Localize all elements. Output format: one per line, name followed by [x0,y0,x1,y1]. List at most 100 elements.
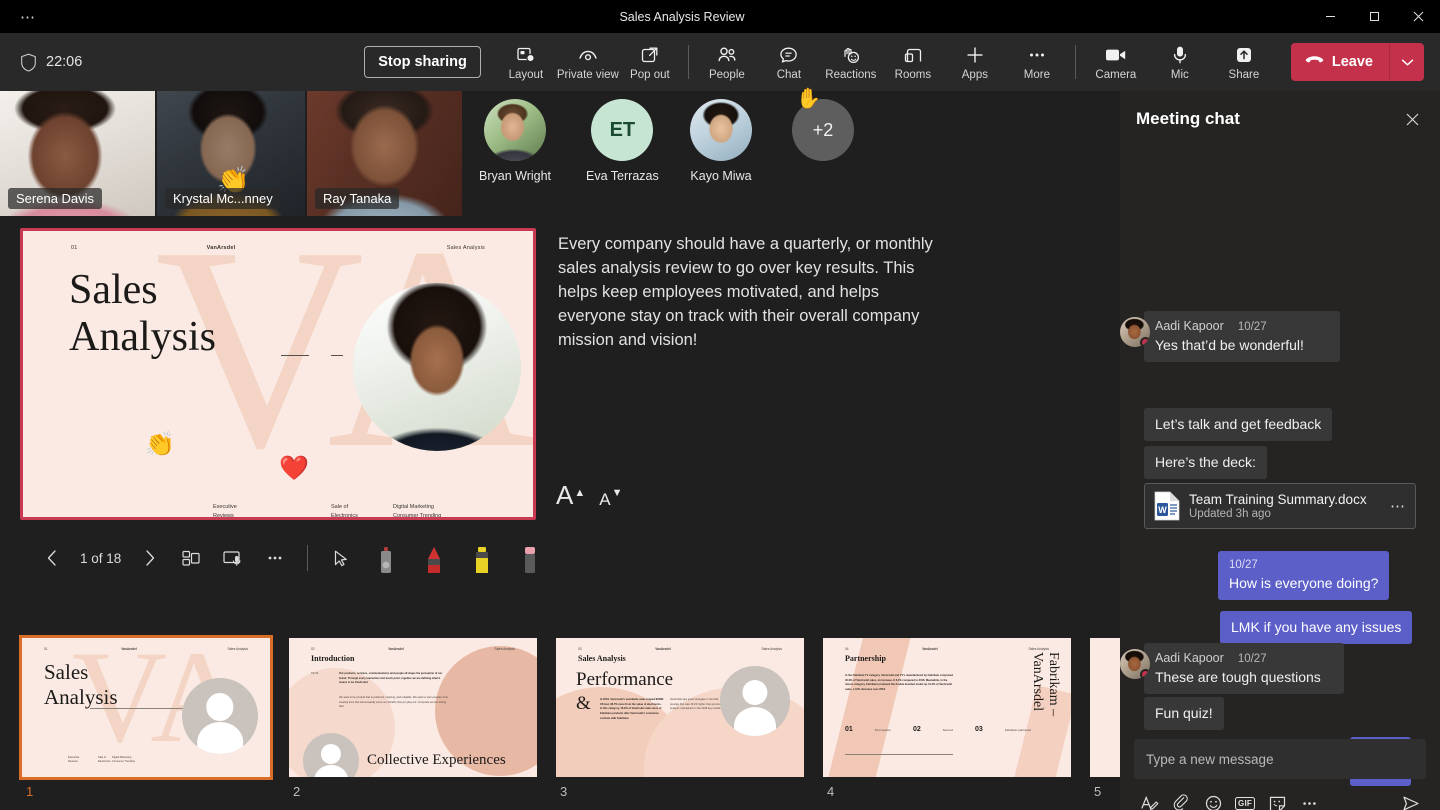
video-tile-serena-davis[interactable]: Serena Davis [0,91,155,216]
toolbar-item-reactions[interactable]: Reactions [820,36,882,88]
leave-chevron-down-icon[interactable] [1390,43,1424,81]
window-controls [1308,0,1440,33]
chat-panel-title: Meeting chat [1136,109,1240,129]
maximize-button[interactable] [1352,0,1396,33]
meeting-toolbar: 22:06 Stop sharing Layout Private view [0,33,1440,91]
laser-pointer-tool-icon[interactable] [368,540,404,576]
slide-footer-item: ExecutiveReviews [213,503,237,517]
presence-badge [1140,337,1150,347]
close-icon[interactable] [1398,105,1426,133]
font-size-controls: A▲ A▼ [556,482,622,508]
video-tile-krystal-mcnney[interactable]: 👏 Krystal Mc...nney [157,91,305,216]
slide-title: Sales Analysis [69,267,216,361]
slide-footer-item: Sale ofElectronics [331,503,358,517]
compose-more-options-icon[interactable] [1294,789,1324,810]
eraser-tool-icon[interactable] [512,540,548,576]
message-text: How is everyone doing? [1229,574,1378,592]
toolbar-item-pop-out[interactable]: Pop out [619,36,681,88]
thumbnail-number: 2 [293,784,300,799]
yellow-highlighter-tool-icon[interactable] [464,540,500,576]
message-text: Yes that’d be wonderful! [1155,336,1329,354]
all-slides-icon[interactable] [173,540,209,576]
toolbar-divider-right [1075,45,1076,79]
app-menu-more-icon[interactable]: ⋯ [0,8,56,26]
thumb-title-line-1: Sales [44,660,118,685]
avatar [690,99,752,161]
sticker-icon[interactable] [1262,789,1292,810]
toolbar-item-apps[interactable]: Apps [944,36,1006,88]
avatar [1120,649,1150,679]
chat-message[interactable]: Aadi Kapoor 10/27 These are tough questi… [1144,643,1344,694]
minimize-button[interactable] [1308,0,1352,33]
thumbnail-number: 1 [26,784,33,799]
next-slide-button[interactable] [131,540,167,576]
toolbar-item-layout[interactable]: Layout [495,36,557,88]
chat-message-file[interactable]: W Team Training Summary.docx Updated 3h … [1144,483,1416,529]
toolbar-item-rooms[interactable]: Rooms [882,36,944,88]
close-button[interactable] [1396,0,1440,33]
file-meta: Team Training Summary.docx Updated 3h ag… [1189,492,1379,520]
attach-file-icon[interactable] [1166,789,1196,810]
toolbar-label: Mic [1171,69,1189,81]
leave-button-group: Leave [1291,43,1424,81]
toolbar-item-more[interactable]: More [1006,36,1068,88]
slide-thumbnail-1[interactable]: VA 01VanArsdelSales Analysis SalesAnalys… [22,638,270,777]
camera-icon [1104,44,1128,66]
gif-icon[interactable]: GIF [1230,789,1260,810]
chat-message-outgoing[interactable]: LMK if you have any issues [1220,611,1412,644]
video-tile-ray-tanaka[interactable]: Ray Tanaka [307,91,462,216]
participant-avatar-bryan-wright[interactable]: Bryan Wright [479,99,551,183]
thumbnail-canvas: VA 01VanArsdelSales Analysis SalesAnalys… [22,638,270,777]
active-slide[interactable]: VA 01 VanArsdel Sales Analysis Sales Ana… [20,228,536,520]
toolbar-item-mic[interactable]: Mic [1149,36,1211,88]
message-input-wrapper[interactable] [1134,739,1426,779]
message-input[interactable] [1146,752,1414,767]
cursor-tool-icon[interactable] [322,540,358,576]
participant-avatar-kayo-miwa[interactable]: Kayo Miwa [690,99,752,183]
avatar-initials: ET [591,99,653,161]
slide-thumbnail-2[interactable]: 02VanArsdelSales Analysis Introduction 0… [289,638,537,777]
toolbar-item-people[interactable]: People [696,36,758,88]
pop-out-icon [640,44,660,66]
file-more-options-icon[interactable]: ⋯ [1388,497,1406,515]
participant-overflow-count[interactable]: +2 ✋ [792,99,854,161]
slide-title-line-2: Analysis [69,314,216,361]
toolbar-item-chat[interactable]: Chat [758,36,820,88]
call-end-icon [1305,53,1324,71]
emoji-icon[interactable] [1198,789,1228,810]
avatar [1120,317,1150,347]
toolbar-item-private-view[interactable]: Private view [557,36,619,88]
stop-sharing-button[interactable]: Stop sharing [364,46,481,78]
chat-message[interactable]: Aadi Kapoor 10/27 Yes that’d be wonderfu… [1144,311,1340,362]
send-icon[interactable] [1396,789,1426,810]
presence-badge [1140,669,1150,679]
slide-more-options-icon[interactable] [257,540,293,576]
message-text: LMK if you have any issues [1220,611,1412,644]
decrease-font-size-button[interactable]: A▼ [599,491,622,508]
toolbar-item-camera[interactable]: Camera [1085,36,1147,88]
file-attachment-card[interactable]: W Team Training Summary.docx Updated 3h … [1144,483,1416,529]
toolbar-label: Private view [557,69,619,81]
chat-message[interactable]: Let’s talk and get feedback [1144,408,1332,441]
chat-message[interactable]: Here’s the deck: [1144,446,1267,479]
chat-message-outgoing[interactable]: 10/27 How is everyone doing? [1218,551,1389,600]
thumbnail-canvas: 03VanArsdelSales Analysis Sales Analysis… [556,638,804,777]
participant-avatar-eva-terrazas[interactable]: ET Eva Terrazas [586,99,659,183]
presenter-view-icon[interactable] [215,540,251,576]
increase-font-size-button[interactable]: A▲ [556,482,585,508]
slide-thumbnail-3[interactable]: 03VanArsdelSales Analysis Sales Analysis… [556,638,804,777]
reactions-icon [840,44,862,66]
red-pen-tool-icon[interactable] [416,540,452,576]
message-text: These are tough questions [1155,668,1333,686]
chat-message[interactable]: Fun quiz! [1144,697,1224,730]
toolbar-item-share[interactable]: Share [1213,36,1275,88]
slide-thumbnail-strip[interactable]: VA 01VanArsdelSales Analysis SalesAnalys… [0,620,1120,810]
leave-button[interactable]: Leave [1291,43,1389,81]
slide-header-right: Sales Analysis [281,245,485,251]
slide-controls: 1 of 18 [34,538,548,578]
previous-slide-button[interactable] [34,540,70,576]
slide-thumbnail-4[interactable]: 04VanArsdelSales Analysis Partnership In… [823,638,1071,777]
format-text-icon[interactable] [1134,789,1164,810]
chat-message-list[interactable]: Aadi Kapoor 10/27 Yes that’d be wonderfu… [1120,147,1440,739]
slide-rule-right [331,355,343,356]
